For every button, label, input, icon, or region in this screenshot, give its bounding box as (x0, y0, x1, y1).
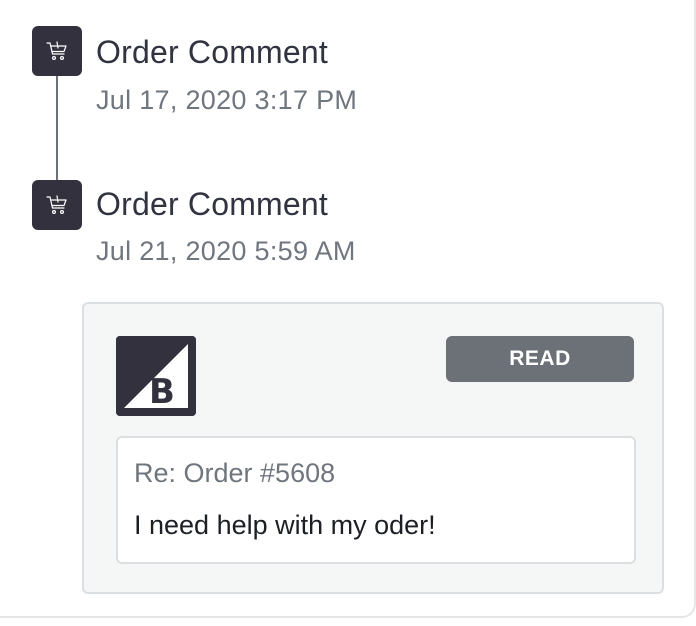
read-button[interactable]: READ (446, 336, 634, 382)
message-body: I need help with my oder! (134, 510, 436, 540)
cart-icon (32, 180, 82, 230)
cart-icon (32, 26, 82, 76)
timeline-panel: Order Comment Jul 17, 2020 3:17 PM Order… (0, 0, 696, 618)
event-date: Jul 21, 2020 5:59 AM (96, 236, 356, 266)
svg-text:B: B (149, 372, 175, 412)
comment-card: B READ Re: Order #5608 I need help with … (82, 302, 664, 594)
timeline-connector (56, 74, 58, 186)
message-box: Re: Order #5608 I need help with my oder… (116, 436, 636, 564)
event-title: Order Comment (96, 34, 328, 70)
event-date: Jul 17, 2020 3:17 PM (96, 85, 358, 115)
message-subject: Re: Order #5608 (134, 458, 336, 488)
event-title: Order Comment (96, 186, 328, 222)
bigcommerce-logo: B (116, 336, 196, 416)
